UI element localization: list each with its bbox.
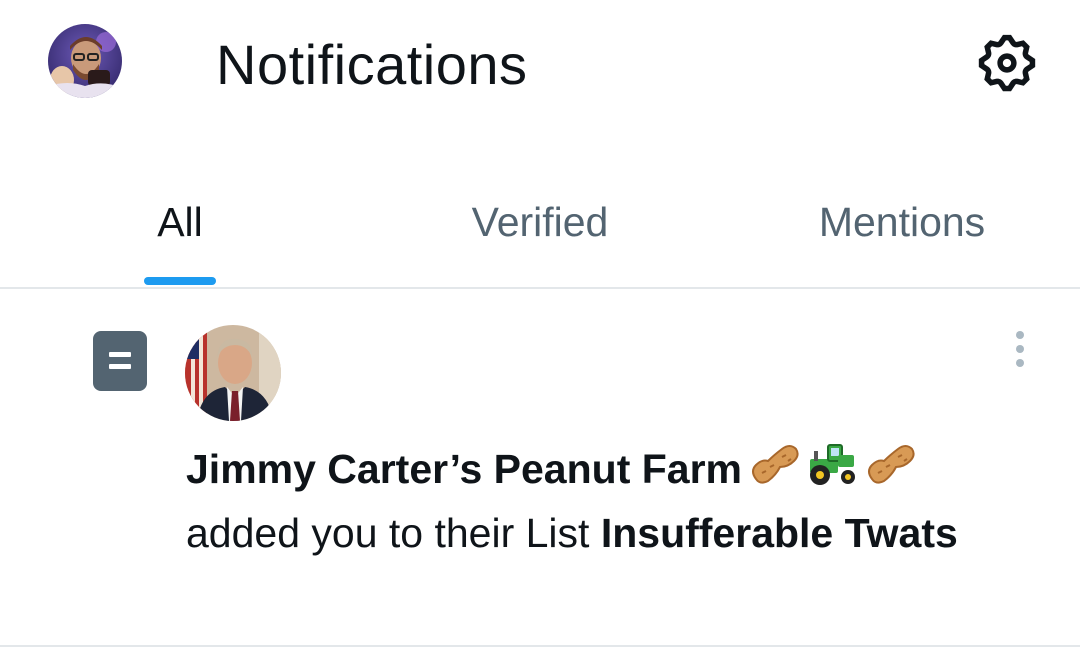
account-avatar[interactable] — [185, 325, 281, 421]
tab-bar: All Verified Mentions — [0, 170, 1080, 288]
account-name[interactable]: Jimmy Carter’s Peanut Farm — [186, 446, 742, 492]
notification-text: Jimmy Carter’s Peanut Farm added you to … — [186, 439, 1036, 563]
tab-verified[interactable]: Verified — [420, 194, 660, 250]
action-text: added you to their List — [186, 510, 590, 557]
profile-avatar[interactable] — [48, 24, 122, 98]
list-icon — [93, 331, 147, 391]
more-vertical-icon — [1016, 331, 1024, 339]
more-options-button[interactable] — [1004, 327, 1036, 371]
tab-all[interactable]: All — [100, 194, 260, 250]
account-photo — [185, 325, 281, 421]
notifications-screen: Notifications All Verified Mentions Jimm… — [0, 0, 1080, 670]
list-name[interactable]: Insufferable Twats — [601, 510, 958, 556]
item-divider — [0, 645, 1080, 647]
peanut-emoji — [864, 441, 916, 503]
profile-photo — [48, 24, 122, 98]
top-bar: Notifications — [0, 0, 1080, 130]
active-tab-indicator — [144, 277, 216, 285]
gear-icon — [978, 34, 1036, 92]
tractor-emoji — [806, 441, 858, 503]
peanut-emoji — [748, 441, 800, 503]
notification-item[interactable]: Jimmy Carter’s Peanut Farm added you to … — [0, 289, 1080, 645]
tab-mentions[interactable]: Mentions — [780, 194, 1024, 250]
settings-button[interactable] — [974, 30, 1040, 96]
page-title: Notifications — [216, 33, 528, 96]
